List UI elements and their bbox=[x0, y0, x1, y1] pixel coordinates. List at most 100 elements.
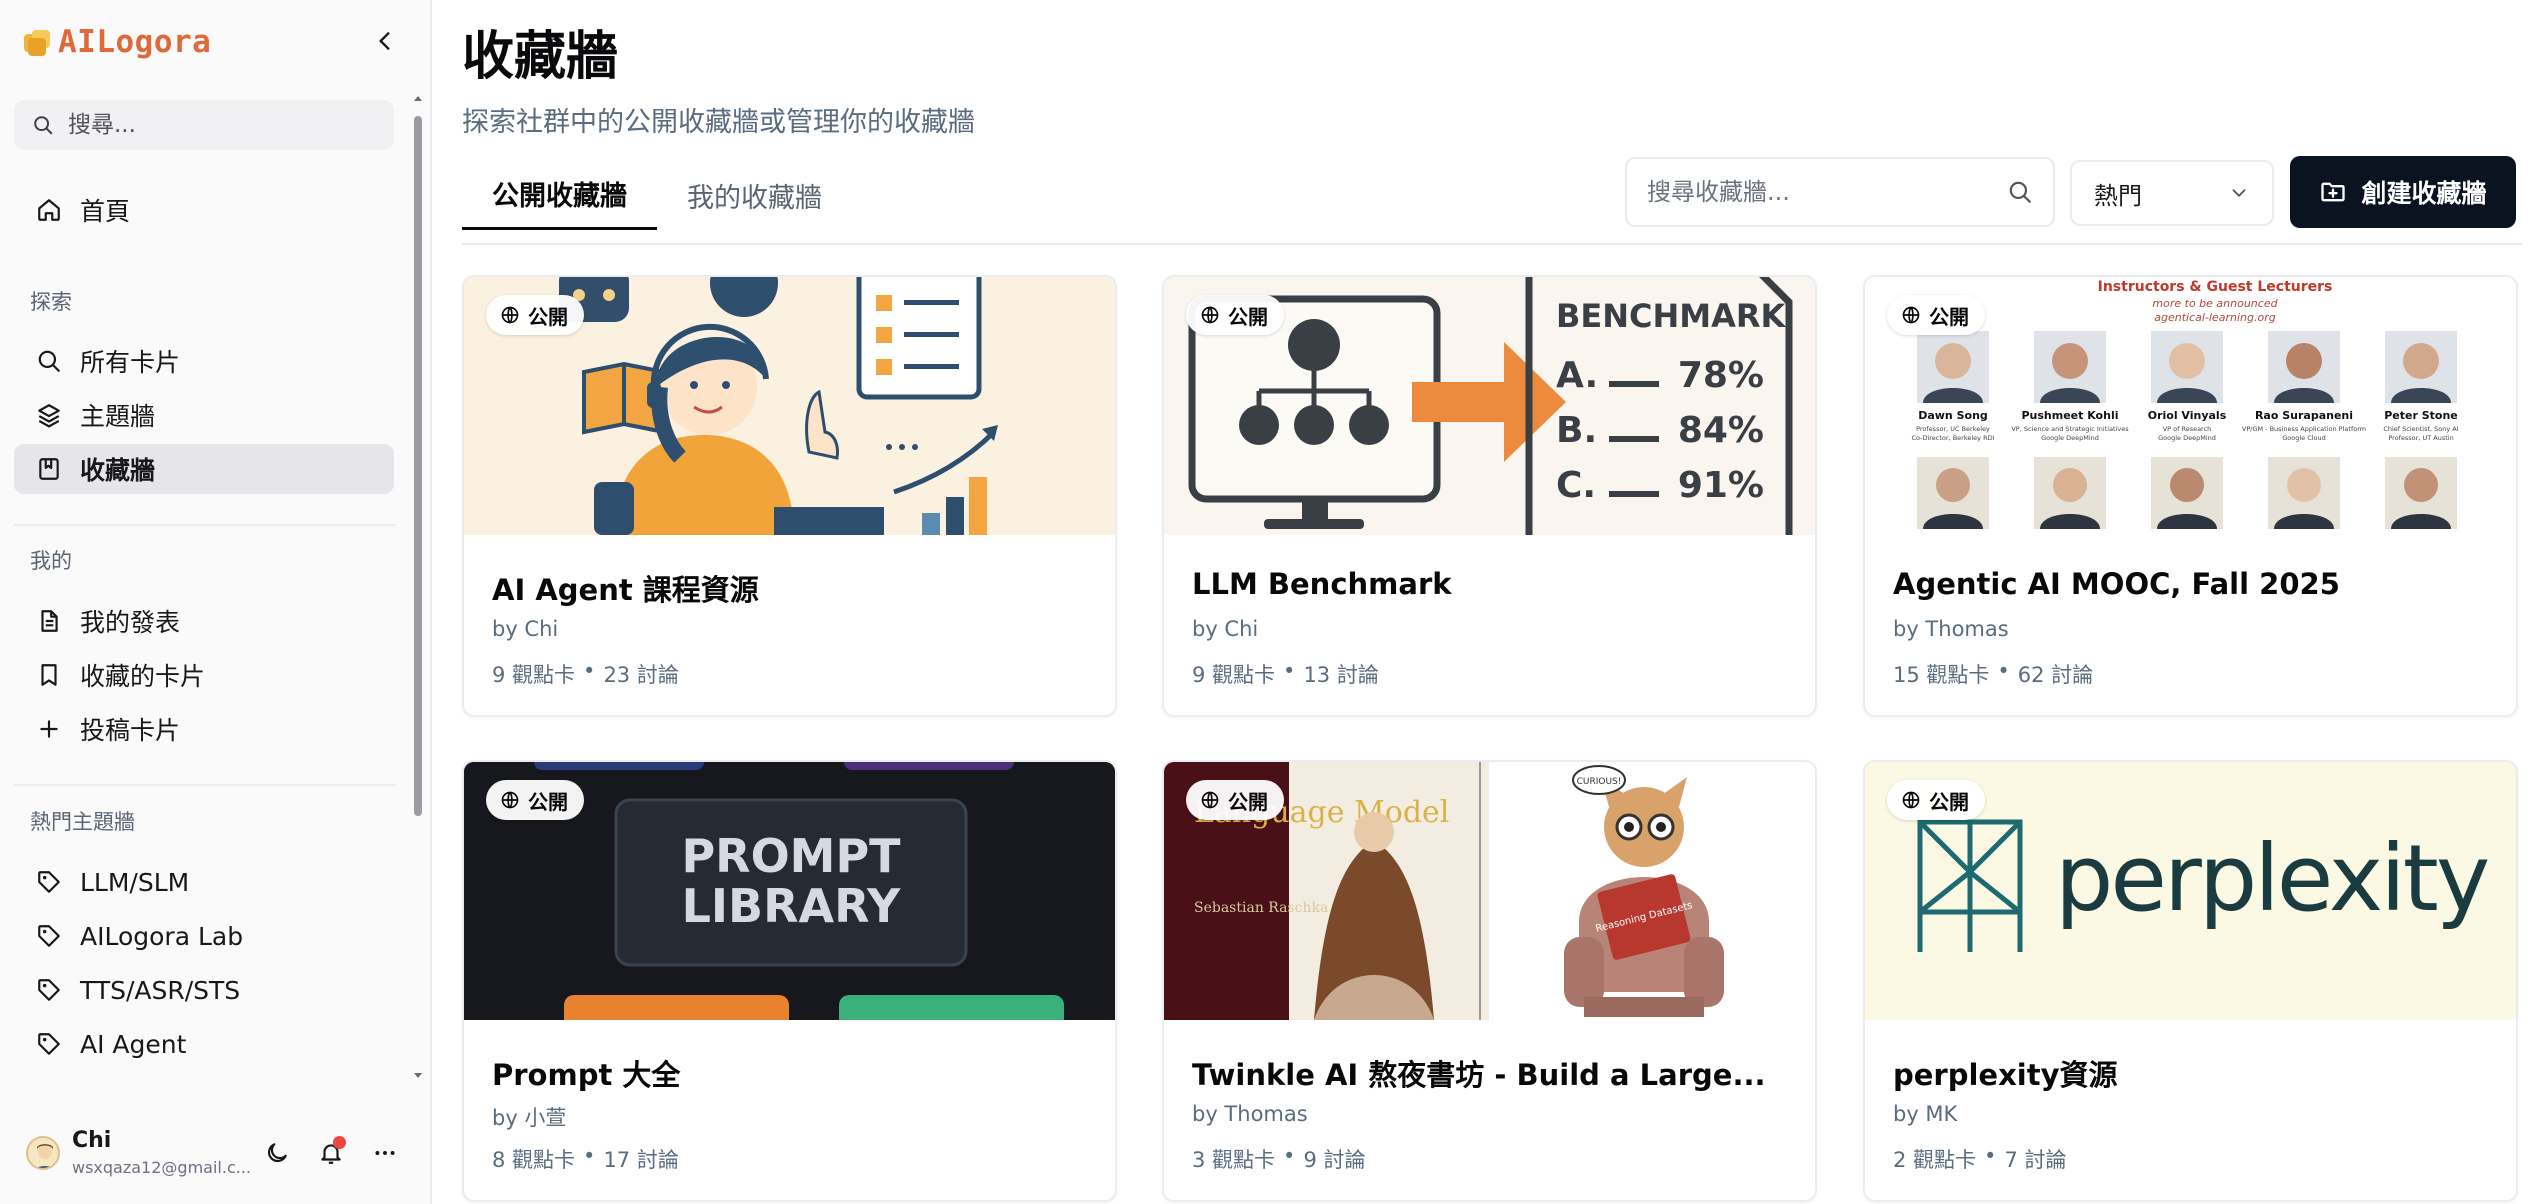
lecturer-role: Professor, UT Austin bbox=[2388, 434, 2453, 442]
nav-all-cards[interactable]: 所有卡片 bbox=[14, 336, 394, 386]
nav-collection-walls[interactable]: 收藏牆 bbox=[14, 444, 394, 494]
visibility-label: 公開 bbox=[1228, 789, 1268, 814]
user-panel[interactable]: Chi wsxqaza12@gmail.c... bbox=[14, 1128, 414, 1178]
hot-wall-item[interactable]: AI Agent bbox=[14, 1019, 394, 1069]
separator: • bbox=[1283, 659, 1296, 683]
separator: • bbox=[1997, 659, 2010, 683]
search-icon bbox=[34, 116, 53, 135]
nav-all-cards-label: 所有卡片 bbox=[80, 348, 181, 377]
separator: • bbox=[583, 659, 596, 683]
plus-icon bbox=[40, 720, 58, 738]
scrollbar-thumb[interactable] bbox=[414, 116, 422, 816]
lecturer-role: VP/GM - Business Application Platform bbox=[2242, 425, 2366, 433]
card-thumbnail: BENCHMARK A. 78% B. 84% C. 91% 公開 bbox=[1164, 277, 1815, 535]
lecturer-photo bbox=[2151, 331, 2223, 403]
hot-wall-item[interactable]: AILogora Lab bbox=[14, 911, 394, 961]
visibility-badge: 公開 bbox=[486, 780, 584, 820]
lecturer-photo bbox=[2151, 457, 2223, 529]
visibility-badge: 公開 bbox=[1186, 295, 1284, 335]
bubble-text: CURIOUS! bbox=[1577, 777, 1622, 787]
wall-card[interactable]: PROMPT LIBRARY 公開 Prompt 大全 by 小萱 8 觀點卡 … bbox=[462, 760, 1117, 1202]
sidebar-scrollbar[interactable] bbox=[412, 92, 424, 1082]
card-title: Prompt 大全 bbox=[492, 1058, 681, 1092]
chevron-left-icon bbox=[379, 32, 390, 50]
discussion-count: 23 討論 bbox=[603, 663, 679, 687]
card-thumbnail: Language Model Sebastian Raschka CURIOUS… bbox=[1164, 762, 1815, 1020]
card-stats: 9 觀點卡 • 13 討論 bbox=[1192, 659, 1379, 689]
more-options-button[interactable] bbox=[368, 1136, 402, 1170]
wall-card[interactable]: BENCHMARK A. 78% B. 84% C. 91% 公開 LLM Benchma… bbox=[1162, 275, 1817, 717]
discussion-count: 13 討論 bbox=[1303, 663, 1379, 687]
mooc-subheading: more to be announced bbox=[2152, 297, 2278, 310]
card-stats: 9 觀點卡 • 23 討論 bbox=[492, 659, 679, 689]
visibility-label: 公開 bbox=[528, 304, 568, 329]
lecturer-role: Google DeepMind bbox=[2041, 434, 2099, 442]
create-wall-button[interactable]: 創建收藏牆 bbox=[2290, 156, 2516, 228]
tab-public-walls[interactable]: 公開收藏牆 bbox=[462, 160, 657, 230]
nav-saved-cards[interactable]: 收藏的卡片 bbox=[14, 650, 394, 700]
collapse-sidebar-button[interactable] bbox=[372, 28, 398, 54]
hot-wall-item[interactable]: LLM/SLM bbox=[14, 857, 394, 907]
benchmark-letter: A. bbox=[1556, 355, 1598, 396]
sort-select[interactable]: 熱門 bbox=[2070, 160, 2274, 226]
search-icon bbox=[2009, 181, 2031, 203]
search-icon bbox=[38, 350, 60, 372]
globe-icon bbox=[501, 306, 519, 324]
nav-my-posts-label: 我的發表 bbox=[80, 608, 181, 637]
lecturer-photo bbox=[2385, 457, 2457, 529]
lecturer-role: Chief Scientist, Sony AI bbox=[2383, 425, 2458, 433]
lecturer-role: Professor, UC Berkeley bbox=[1916, 425, 1990, 433]
lecturer-role: Google Cloud bbox=[2282, 434, 2326, 442]
sidebar-search[interactable] bbox=[14, 100, 394, 150]
card-title: Agentic AI MOOC, Fall 2025 bbox=[1893, 567, 2340, 601]
wall-card[interactable]: Language Model Sebastian Raschka CURIOUS… bbox=[1162, 760, 1817, 1202]
card-count: 3 觀點卡 bbox=[1192, 1148, 1276, 1172]
notification-dot bbox=[333, 1136, 346, 1149]
card-author: by Thomas bbox=[1893, 617, 2009, 641]
sidebar-search-input[interactable] bbox=[68, 112, 368, 138]
main-content: 收藏牆 探索社群中的公開收藏牆或管理你的收藏牆 公開收藏牆 我的收藏牆 熱門 創… bbox=[462, 0, 2522, 1204]
divider bbox=[462, 243, 2522, 245]
benchmark-letter: B. bbox=[1556, 410, 1597, 451]
theme-toggle-button[interactable] bbox=[260, 1136, 294, 1170]
wall-search-input[interactable] bbox=[1647, 178, 2007, 206]
lecturer-photo bbox=[2034, 331, 2106, 403]
globe-icon bbox=[1902, 791, 1920, 809]
benchmark-rule bbox=[1609, 491, 1659, 497]
card-stats: 8 觀點卡 • 17 討論 bbox=[492, 1144, 679, 1174]
avatar[interactable] bbox=[26, 1136, 60, 1170]
perplexity-wordmark: perplexity bbox=[2055, 825, 2488, 932]
lecturer-photo bbox=[2268, 331, 2340, 403]
card-author: by Thomas bbox=[1192, 1102, 1308, 1126]
nav-my-posts[interactable]: 我的發表 bbox=[14, 596, 394, 646]
nav-submit-card[interactable]: 投稿卡片 bbox=[14, 704, 394, 754]
globe-icon bbox=[1201, 791, 1219, 809]
wall-card[interactable]: 公開 AI Agent 課程資源 by Chi 9 觀點卡 • 23 討論 bbox=[462, 275, 1117, 717]
notifications-button[interactable] bbox=[314, 1136, 348, 1170]
card-count: 15 觀點卡 bbox=[1893, 663, 1990, 687]
app-logo[interactable]: AILogora bbox=[24, 24, 211, 60]
nav-topic-walls[interactable]: 主題牆 bbox=[14, 390, 394, 440]
discussion-count: 9 討論 bbox=[1303, 1148, 1366, 1172]
visibility-label: 公開 bbox=[1929, 789, 1969, 814]
tab-my-walls[interactable]: 我的收藏牆 bbox=[657, 160, 852, 230]
tag-icon bbox=[38, 1033, 60, 1055]
visibility-badge: 公開 bbox=[486, 295, 584, 335]
wall-search[interactable] bbox=[1625, 157, 2055, 227]
sidebar: AILogora 首頁 探索 所有卡片 主題牆 收藏牆 我的 bbox=[0, 0, 432, 1204]
nav-topic-walls-label: 主題牆 bbox=[80, 402, 156, 431]
hot-wall-item[interactable]: TTS/ASR/STS bbox=[14, 965, 394, 1015]
nav-home[interactable]: 首頁 bbox=[14, 185, 394, 235]
section-label-explore: 探索 bbox=[30, 290, 72, 314]
card-stats: 3 觀點卡 • 9 討論 bbox=[1192, 1144, 1365, 1174]
lecturer-name: Oriol Vinyals bbox=[2148, 409, 2227, 422]
folder-plus-icon bbox=[2321, 182, 2346, 202]
book-author: Sebastian Raschka bbox=[1194, 900, 1328, 916]
wall-card[interactable]: Instructors & Guest Lecturers more to be… bbox=[1863, 275, 2518, 717]
card-count: 8 觀點卡 bbox=[492, 1148, 576, 1172]
lecturer-photo bbox=[2268, 457, 2340, 529]
lecturer-photo bbox=[1917, 331, 1989, 403]
wall-card[interactable]: perplexity 公開 perplexity資源 by MK 2 觀點卡 •… bbox=[1863, 760, 2518, 1202]
card-count: 9 觀點卡 bbox=[1192, 663, 1276, 687]
card-author: by Chi bbox=[492, 617, 559, 641]
